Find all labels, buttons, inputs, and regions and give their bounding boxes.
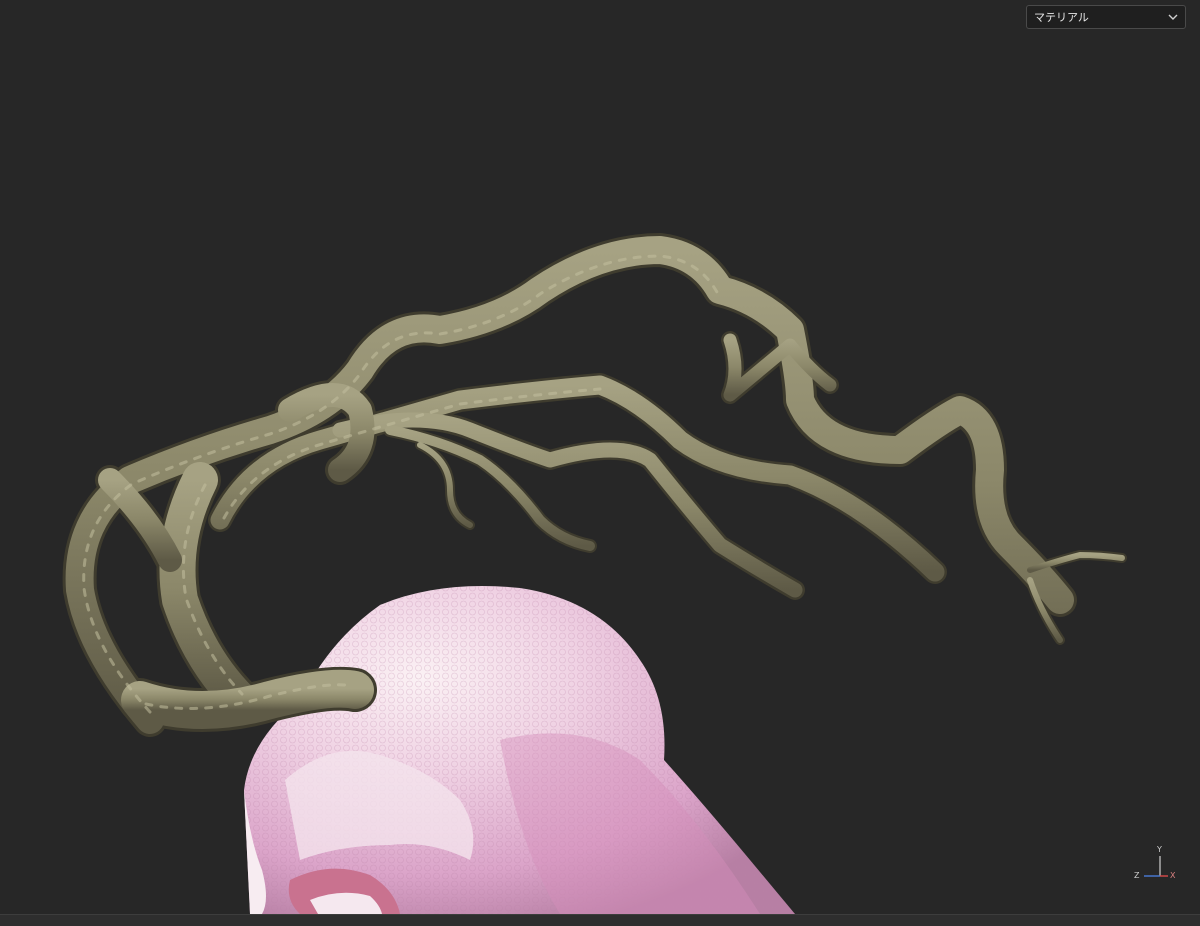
axis-z-label: Z bbox=[1134, 871, 1140, 880]
axis-x-label: X bbox=[1170, 871, 1176, 880]
model-render bbox=[62, 233, 1127, 914]
chevron-down-icon bbox=[1167, 11, 1179, 23]
3d-viewport[interactable]: マテリアル Y Z X bbox=[0, 0, 1200, 914]
render-mode-value: マテリアル bbox=[1034, 11, 1089, 24]
axis-y-label: Y bbox=[1157, 845, 1162, 854]
axis-gizmo[interactable]: Y Z X bbox=[1132, 844, 1176, 884]
bottom-status-bar bbox=[0, 914, 1200, 926]
render-mode-select[interactable]: マテリアル bbox=[1026, 5, 1186, 29]
head-mesh bbox=[244, 586, 795, 914]
